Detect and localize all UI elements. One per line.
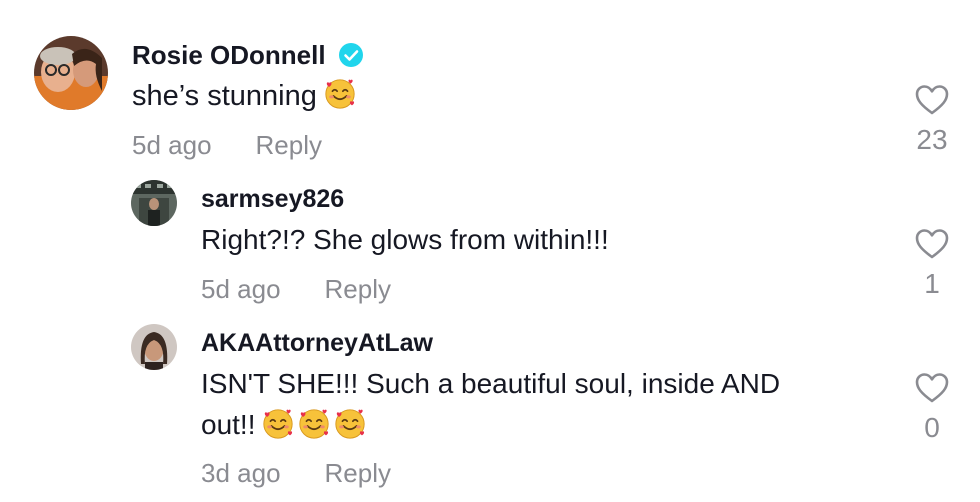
username[interactable]: sarmsey826 <box>201 184 344 214</box>
heart-outline-icon[interactable] <box>915 84 949 116</box>
verified-badge-icon <box>338 42 364 68</box>
like-count: 0 <box>924 412 940 443</box>
timestamp: 5d ago <box>132 130 212 160</box>
avatar[interactable] <box>131 180 177 226</box>
smiling-face-with-hearts-emoji-icon <box>297 407 331 441</box>
comment-text: she’s stunning <box>132 76 357 116</box>
username[interactable]: AKAAttorneyAtLaw <box>201 328 433 358</box>
heart-outline-icon[interactable] <box>915 372 949 404</box>
smiling-face-with-hearts-emoji-icon <box>261 407 295 441</box>
like-control: 23 <box>910 84 954 156</box>
comment-meta: 5d ago Reply <box>201 274 391 305</box>
username[interactable]: Rosie ODonnell <box>132 40 364 70</box>
avatar[interactable] <box>34 36 108 110</box>
reply-button[interactable]: Reply <box>325 458 391 488</box>
comment-text-continued: out!! <box>201 405 367 445</box>
smiling-face-with-hearts-emoji-icon <box>333 407 367 441</box>
timestamp: 5d ago <box>201 274 281 304</box>
comment-text: Right?!? She glows from within!!! <box>201 224 609 255</box>
like-control: 0 <box>910 372 954 444</box>
like-count: 1 <box>924 268 940 299</box>
comment-meta: 3d ago Reply <box>201 458 391 489</box>
comment-meta: 5d ago Reply <box>132 130 322 161</box>
like-control: 1 <box>910 228 954 300</box>
comment-text: ISN'T SHE!!! Such a beautiful soul, insi… <box>201 368 781 399</box>
heart-outline-icon[interactable] <box>915 228 949 260</box>
reply-button[interactable]: Reply <box>256 130 322 160</box>
avatar[interactable] <box>131 324 177 370</box>
timestamp: 3d ago <box>201 458 281 488</box>
reply-button[interactable]: Reply <box>325 274 391 304</box>
like-count: 23 <box>916 124 948 155</box>
smiling-face-with-hearts-emoji-icon <box>323 77 357 111</box>
